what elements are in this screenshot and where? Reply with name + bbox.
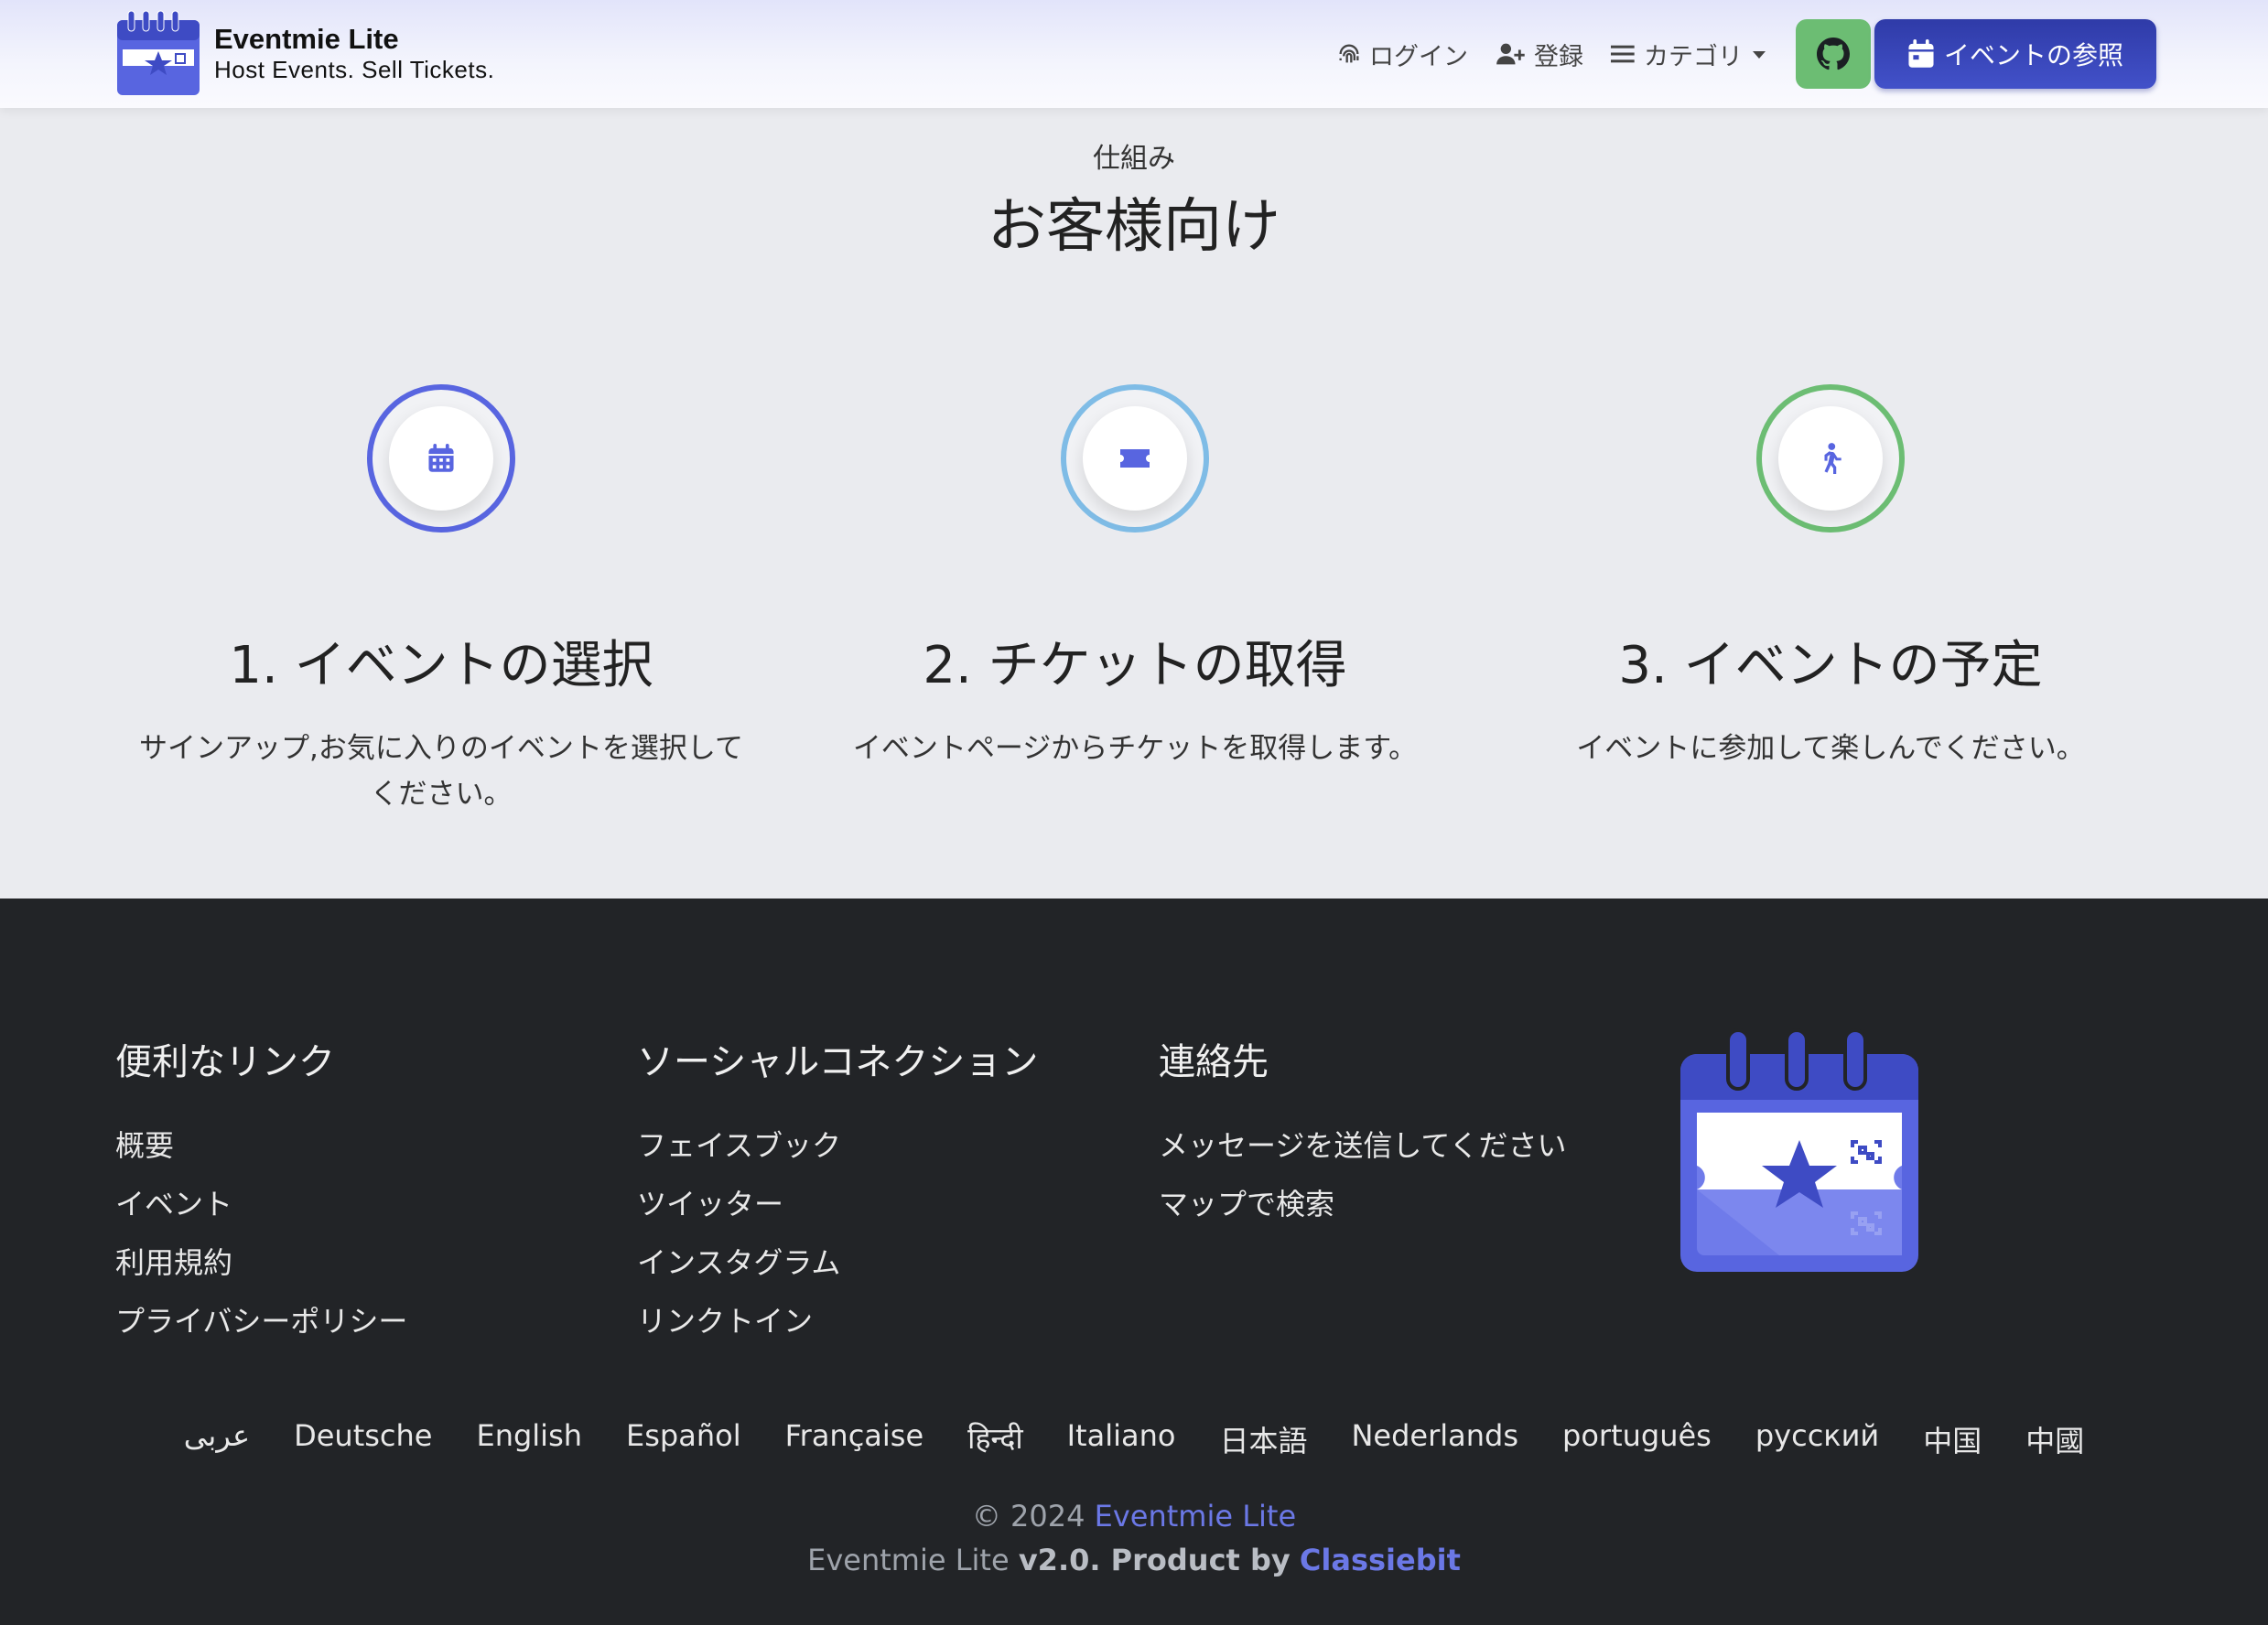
footer-social: ソーシャルコネクション フェイスブック ツイッター インスタグラム リンクトイン bbox=[637, 1032, 1038, 1351]
footer-link-message[interactable]: メッセージを送信してください bbox=[1159, 1116, 1566, 1175]
fingerprint-icon bbox=[1339, 44, 1359, 63]
footer-link-privacy[interactable]: プライバシーポリシー bbox=[115, 1292, 407, 1351]
lang-es[interactable]: Español bbox=[626, 1418, 741, 1460]
step-2: 2. チケットの取得 イベントページからチケットを取得します。 bbox=[833, 384, 1437, 771]
copyright-prefix: © 2024 bbox=[971, 1499, 1085, 1534]
step-2-icon-ring bbox=[1061, 384, 1209, 533]
footer-link-facebook[interactable]: フェイスブック bbox=[637, 1116, 1038, 1175]
brand-tagline: Host Events. Sell Tickets. bbox=[214, 56, 495, 83]
footer-heading-contact: 連絡先 bbox=[1159, 1041, 1269, 1083]
step-3-icon-ring bbox=[1756, 384, 1905, 533]
section-title: お客様向け bbox=[988, 193, 1280, 261]
nav-links: ログイン 登録 カテゴリ イベントの参照 bbox=[1336, 19, 2268, 89]
lang-de[interactable]: Deutsche bbox=[294, 1418, 432, 1460]
nav-register-label: 登録 bbox=[1534, 42, 1583, 71]
section-subtitle: 仕組み bbox=[1093, 143, 1175, 175]
lang-it[interactable]: Italiano bbox=[1067, 1418, 1176, 1460]
step-1-desc: サインアップ,お気に入りのイベントを選択してください。 bbox=[139, 732, 743, 811]
step-1: 1. イベントの選択 サインアップ,お気に入りのイベントを選択してください。 bbox=[139, 384, 743, 817]
step-3: 3. イベントの予定 イベントに参加して楽しんでください。 bbox=[1528, 384, 2133, 771]
footer-heading-useful-links: 便利なリンク bbox=[115, 1041, 335, 1083]
lang-ru[interactable]: русский bbox=[1755, 1418, 1879, 1460]
caret-down-icon bbox=[1753, 51, 1766, 59]
brand-link[interactable]: Eventmie Lite Host Events. Sell Tickets. bbox=[115, 9, 494, 97]
footer-useful-links: 便利なリンク 概要 イベント 利用規約 プライバシーポリシー bbox=[115, 1032, 407, 1351]
step-3-desc: イベントに参加して楽しんでください。 bbox=[1576, 732, 2085, 765]
footer-logo-icon bbox=[1680, 1028, 1918, 1272]
eventmie-logo-icon bbox=[117, 10, 200, 95]
lang-en[interactable]: English bbox=[476, 1418, 582, 1460]
github-icon bbox=[1817, 38, 1850, 70]
lang-ja[interactable]: 日本語 bbox=[1219, 1418, 1307, 1460]
nav-login-label: ログイン bbox=[1369, 42, 1468, 71]
calendar-icon bbox=[1908, 39, 1934, 68]
footer-heading-social: ソーシャルコネクション bbox=[637, 1041, 1039, 1083]
nav-login[interactable]: ログイン bbox=[1336, 37, 1468, 72]
classiebit-link[interactable]: Classiebit bbox=[1300, 1543, 1461, 1577]
step-1-icon-ring bbox=[367, 384, 515, 533]
browse-events-button[interactable]: イベントの参照 bbox=[1874, 19, 2156, 89]
step-3-title: 3. イベントの予定 bbox=[1618, 636, 2043, 695]
step-2-desc: イベントページからチケットを取得します。 bbox=[852, 732, 1418, 765]
menu-icon bbox=[1611, 45, 1635, 63]
step-1-title: 1. イベントの選択 bbox=[229, 636, 653, 695]
user-plus-icon bbox=[1496, 43, 1525, 65]
footer-link-instagram[interactable]: インスタグラム bbox=[637, 1233, 1038, 1292]
lang-nl[interactable]: Nederlands bbox=[1351, 1418, 1518, 1460]
step-2-title: 2. チケットの取得 bbox=[923, 636, 1347, 695]
language-switcher: عربى Deutsche English Español Française … bbox=[0, 1418, 2268, 1460]
nav-categories-dropdown[interactable]: カテゴリ bbox=[1611, 37, 1768, 72]
footer-link-events[interactable]: イベント bbox=[115, 1175, 407, 1233]
lang-ar[interactable]: عربى bbox=[184, 1418, 250, 1460]
lang-zh-tw[interactable]: 中國 bbox=[2025, 1418, 2084, 1460]
version-line: Eventmie Lite v2.0. Product by Classiebi… bbox=[0, 1543, 2268, 1577]
copyright: © 2024 Eventmie Lite bbox=[0, 1499, 2268, 1534]
footer-link-linkedin[interactable]: リンクトイン bbox=[637, 1292, 1038, 1351]
version-prefix: Eventmie Lite bbox=[807, 1543, 1010, 1577]
navbar: Eventmie Lite Host Events. Sell Tickets.… bbox=[0, 0, 2268, 108]
lang-zh-cn[interactable]: 中国 bbox=[1923, 1418, 1982, 1460]
footer-link-twitter[interactable]: ツイッター bbox=[637, 1175, 1038, 1233]
version-bold: v2.0. Product by bbox=[1018, 1543, 1291, 1577]
nav-register[interactable]: 登録 bbox=[1496, 37, 1583, 72]
footer: 便利なリンク 概要 イベント 利用規約 プライバシーポリシー ソーシャルコネクシ… bbox=[0, 899, 2268, 1625]
calendar-icon bbox=[428, 444, 454, 472]
lang-pt[interactable]: português bbox=[1562, 1418, 1712, 1460]
walking-icon bbox=[1824, 443, 1841, 474]
brand-title: Eventmie Lite bbox=[214, 23, 399, 55]
footer-link-about[interactable]: 概要 bbox=[115, 1116, 407, 1175]
github-button[interactable] bbox=[1796, 19, 1871, 89]
lang-hi[interactable]: हिन्दी bbox=[967, 1418, 1022, 1460]
footer-contact: 連絡先 メッセージを送信してください マップで検索 bbox=[1159, 1032, 1566, 1233]
footer-link-map[interactable]: マップで検索 bbox=[1159, 1175, 1566, 1233]
ticket-icon bbox=[1120, 449, 1150, 468]
footer-link-terms[interactable]: 利用規約 bbox=[115, 1233, 407, 1292]
copyright-brand-link[interactable]: Eventmie Lite bbox=[1095, 1499, 1297, 1534]
browse-events-label: イベントの参照 bbox=[1943, 40, 2123, 70]
nav-categories-label: カテゴリ bbox=[1644, 42, 1743, 71]
lang-fr[interactable]: Française bbox=[785, 1418, 924, 1460]
